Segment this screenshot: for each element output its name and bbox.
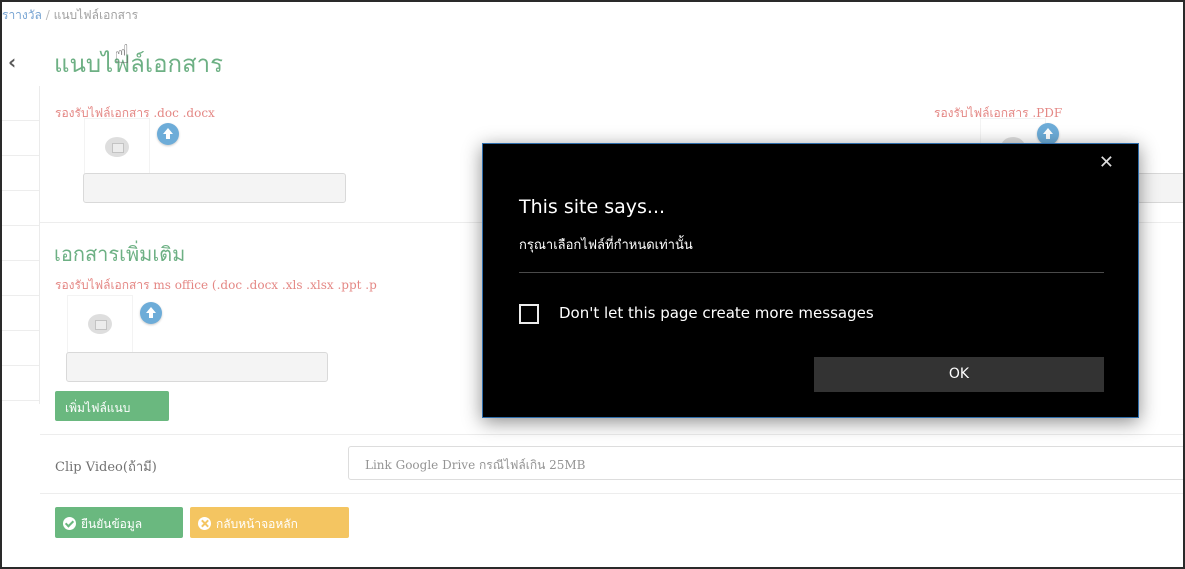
dialog-divider [519,272,1104,273]
ok-button[interactable]: OK [814,357,1104,392]
browser-viewport: ราางวัล / แนบไฟล์เอกสาร ‹ แนบไฟล์เอกสาร … [0,0,1185,569]
suppress-messages-checkbox[interactable] [519,304,539,324]
close-icon[interactable]: ✕ [1099,152,1114,173]
suppress-messages-label[interactable]: Don't let this page create more messages [559,304,874,322]
alert-dialog: ✕ This site says... กรุณาเลือกไฟล์ที่กำห… [482,143,1139,418]
dialog-title: This site says... [519,196,666,218]
dialog-message: กรุณาเลือกไฟล์ที่กำหนดเท่านั้น [519,238,693,253]
